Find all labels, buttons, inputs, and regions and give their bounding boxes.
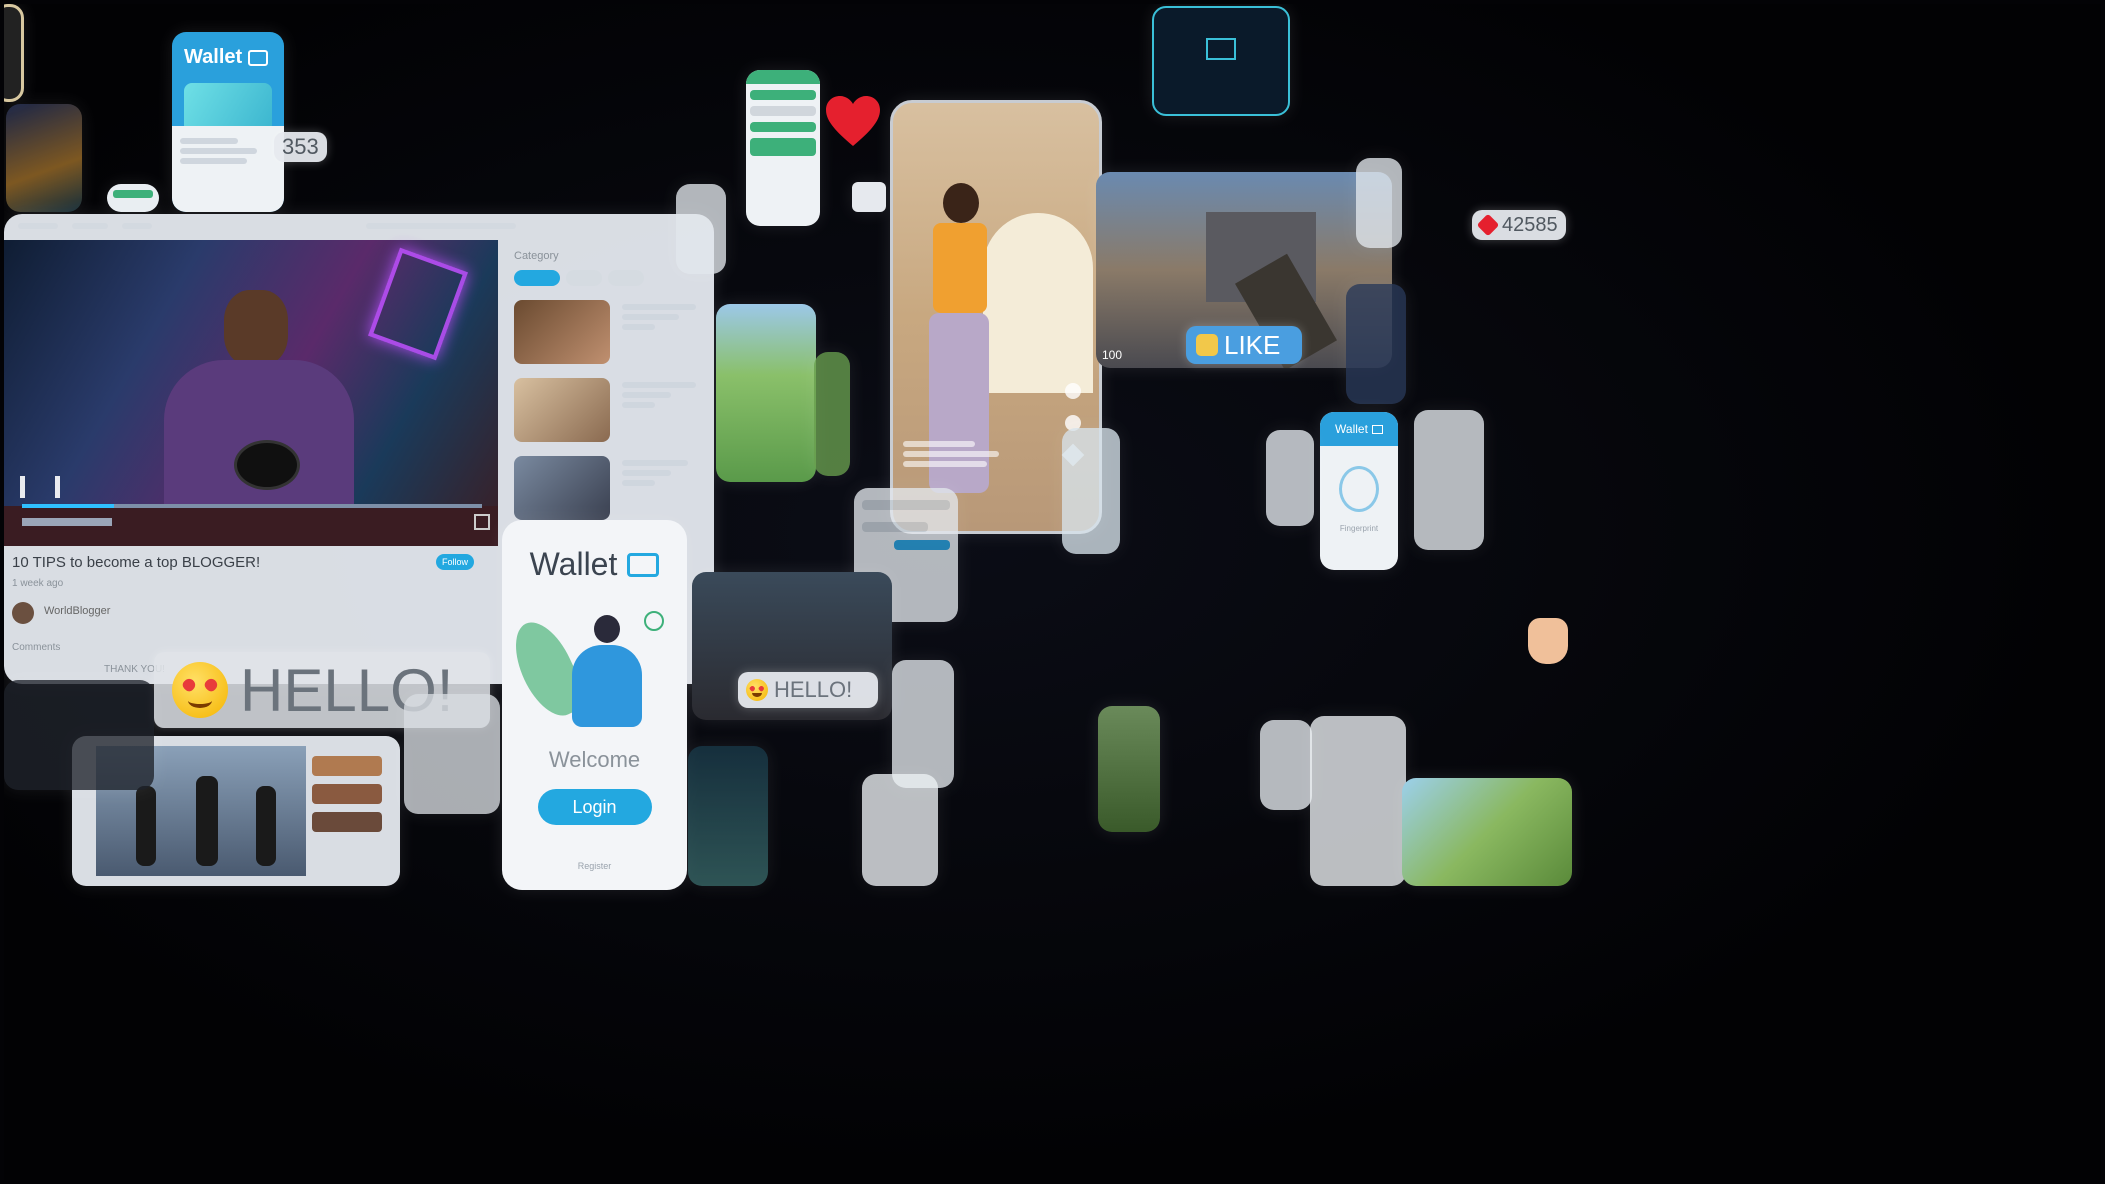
wallet-small-title: Wallet [184,46,243,68]
progress-fill [22,504,114,508]
window-topbar [4,214,714,238]
hud-number: 100 [1102,348,1123,362]
login-button[interactable]: Login [537,789,652,825]
volume-indicator[interactable] [22,518,112,526]
thumbs-up-icon [1196,334,1218,356]
game-map-tile [716,304,816,482]
heart-icon [1476,213,1500,237]
love-eyes-emoji-icon [172,662,228,718]
game-map-tile-back [814,352,850,476]
channel-name: WorldBlogger [44,605,111,617]
like-sticker: LIKE [1186,326,1302,364]
game-hud-tile [1152,6,1290,116]
wallet-card-small: Wallet [172,32,284,212]
wallet-fingerprint-screen: Wallet Fingerprint [1320,412,1398,570]
tile-blue-phone [1062,428,1120,554]
register-link[interactable]: Register [502,861,687,871]
tile-contacts-phone [892,660,954,788]
tile-dark-chat [4,680,154,790]
hello-sticker-small: HELLO! [738,672,878,708]
wallet-title: Wallet [529,546,618,582]
tile-small-phone [676,184,726,274]
tile-illustration-phone [862,774,938,886]
tile-photo-grid [404,694,500,814]
tile-phone-right-top [1356,158,1402,248]
category-chip[interactable] [566,270,602,286]
love-eyes-emoji-icon [746,679,768,701]
tile-phone-right-mid [1346,284,1406,404]
desk [4,506,498,546]
video-meta: 1 week ago [12,578,64,589]
video-player[interactable] [4,240,498,546]
list-item[interactable] [514,378,704,442]
collage-stage: Wallet 353 10 TIPS to become a top BLOGG… [0,0,2105,1184]
fullscreen-icon[interactable] [474,514,490,530]
progress-bar[interactable] [22,504,482,508]
fingerprint-caption: Fingerprint [1339,524,1379,533]
likes-counter: 42585 [1472,210,1566,240]
avatar [12,602,34,624]
list-item[interactable] [514,456,704,520]
wallet-icon [627,552,660,577]
video-title: 10 TIPS to become a top BLOGGER! [12,554,261,571]
tile-chat-small [107,184,159,212]
count-badge-left: 353 [274,132,327,162]
reel-caption-lines [903,437,1023,471]
tile-product-phone [1260,720,1312,810]
category-chip[interactable] [608,270,644,286]
wallet-list [172,126,284,212]
welcome-text: Welcome [548,747,641,772]
camera-in-hands [234,440,300,490]
tile-forest-game [1098,706,1160,832]
wallet-icon [1371,424,1383,434]
check-icon [644,611,664,631]
tile-edge [4,4,24,102]
thumbs-up-icon [1528,618,1568,664]
category-chip-active[interactable] [514,270,560,286]
emoji-chip [852,182,886,212]
fingerprint-icon[interactable] [1339,466,1379,512]
tile-neon-track [6,104,82,212]
tile-race-game [688,746,768,886]
tile-landscape-game [1402,778,1572,886]
play-pause-icon[interactable] [20,476,60,498]
wallet-icon [248,49,269,66]
tile-profile-phone [1266,430,1314,526]
tile-feed-phone [1414,410,1484,550]
heart-icon [824,94,882,148]
list-item[interactable] [514,300,704,364]
wallet-right-title: Wallet [1335,422,1368,436]
tile-weather-phone [1310,716,1406,886]
comments-label: Comments [12,642,61,653]
follow-button[interactable]: Follow [436,554,474,570]
chat-screen [746,70,820,226]
collage-frame: Wallet 353 10 TIPS to become a top BLOGG… [4,4,2101,1180]
wallet-login-screen: Wallet Welcome Login Register [502,520,687,890]
welcome-illustration [502,609,687,729]
neon-bolt [367,247,469,361]
presenter [154,280,364,540]
